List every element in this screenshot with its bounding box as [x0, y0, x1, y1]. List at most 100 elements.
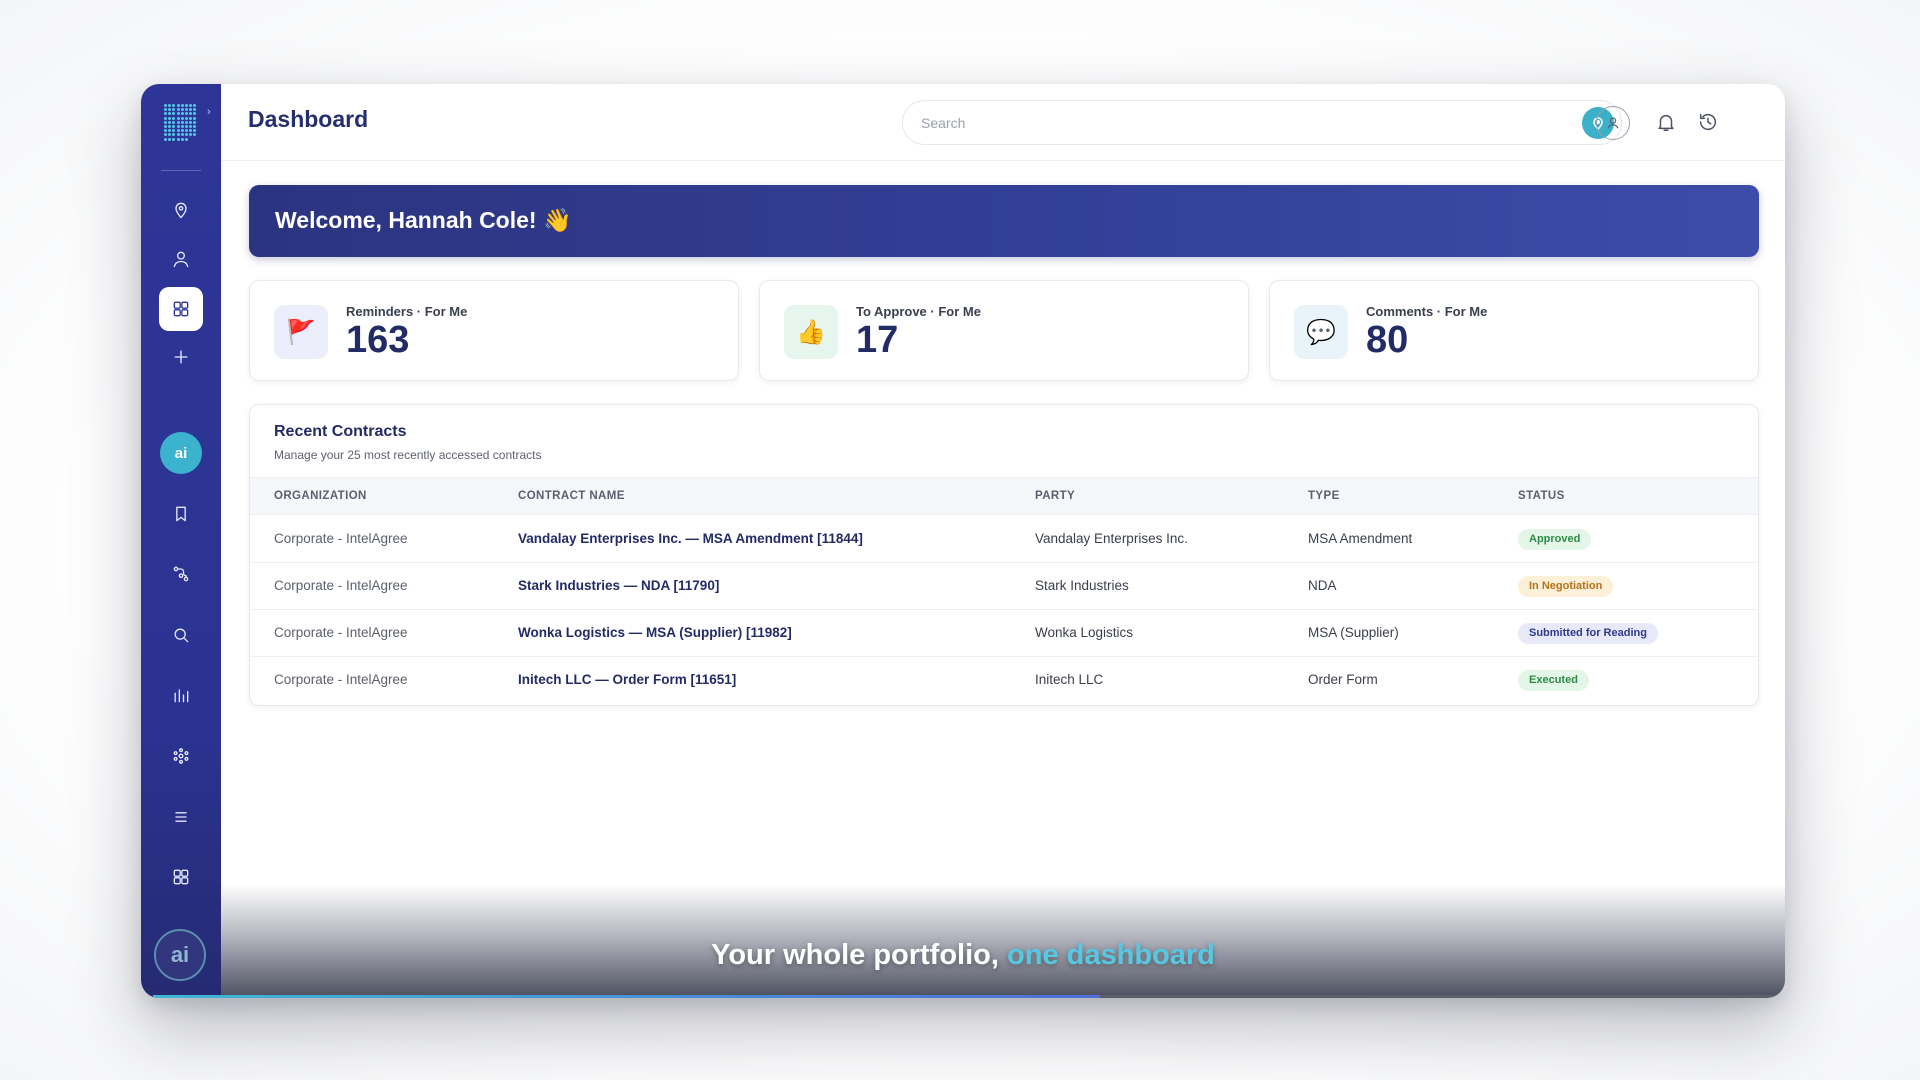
- stat-card-comments[interactable]: 💬 Comments · For Me 80: [1269, 280, 1759, 381]
- logo-dot: [176, 108, 180, 112]
- logo-dot: [164, 124, 167, 128]
- history-button[interactable]: [1696, 110, 1720, 134]
- flag-icon: 🚩: [274, 305, 328, 359]
- sidebar-item-ai[interactable]: ai: [160, 432, 202, 474]
- logo-dot: [176, 124, 180, 128]
- logo-dot: [180, 108, 184, 112]
- page-title: Dashboard: [248, 106, 369, 132]
- top-header: Dashboard: [221, 84, 1785, 161]
- logo-dot: [180, 112, 184, 116]
- cell-organization: Corporate - IntelAgree: [274, 672, 408, 687]
- logo-dot: [180, 129, 184, 133]
- cell-contract-name-link[interactable]: Initech LLC — Order Form [11651]: [518, 672, 736, 687]
- sidebar-item-apps[interactable]: [159, 855, 203, 899]
- stat-card-to-approve[interactable]: 👍 To Approve · For Me 17: [759, 280, 1249, 381]
- app-window: › ai ai Dashboard Search Welcome, Hannah…: [141, 84, 1785, 998]
- bell-icon: [1658, 114, 1674, 131]
- sidebar-item-workflow[interactable]: [159, 552, 203, 596]
- sidebar-item-search[interactable]: [159, 613, 203, 657]
- caption-accent: one dashboard: [1007, 939, 1215, 971]
- sidebar-item-network[interactable]: [159, 734, 203, 778]
- logo-dot: [172, 108, 176, 112]
- cell-party: Vandalay Enterprises Inc.: [1035, 531, 1188, 546]
- stat-value: 163: [346, 319, 410, 361]
- table-row[interactable]: Corporate - IntelAgree Wonka Logistics —…: [250, 610, 1758, 657]
- search-input[interactable]: [921, 112, 1561, 134]
- logo-dot: [176, 137, 180, 141]
- cell-contract-name-link[interactable]: Wonka Logistics — MSA (Supplier) [11982]: [518, 625, 792, 640]
- sidebar-item-reports[interactable]: [159, 673, 203, 717]
- search-box: [902, 100, 1622, 145]
- column-header-party[interactable]: PARTY: [1035, 490, 1075, 502]
- location-pin-icon: [175, 202, 187, 219]
- logo-dot: [180, 137, 184, 141]
- network-icon: [173, 748, 189, 764]
- sidebar-item-dashboard[interactable]: [159, 287, 203, 331]
- welcome-text: Welcome, Hannah Cole! 👋: [275, 207, 572, 233]
- table-row[interactable]: Corporate - IntelAgree Initech LLC — Ord…: [250, 657, 1758, 704]
- logo-dot: [184, 129, 188, 133]
- workflow-icon: [173, 566, 189, 582]
- recent-contracts-subtitle: Manage your 25 most recently accessed co…: [274, 448, 542, 462]
- table-header: ORGANIZATION CONTRACT NAME PARTY TYPE ST…: [250, 477, 1758, 515]
- logo-dot: [168, 137, 172, 141]
- logo-dot: [172, 133, 176, 137]
- logo-dot: [168, 129, 172, 133]
- logo-dot: [176, 133, 180, 137]
- stat-card-reminders[interactable]: 🚩 Reminders · For Me 163: [249, 280, 739, 381]
- logo-dot: [189, 104, 193, 107]
- cell-organization: Corporate - IntelAgree: [274, 578, 408, 593]
- list-icon: [175, 812, 187, 822]
- stat-value: 17: [856, 319, 899, 361]
- logo-dot: [193, 112, 197, 116]
- table-row[interactable]: Corporate - IntelAgree Stark Industries …: [250, 563, 1758, 610]
- user-icon: [173, 251, 189, 268]
- status-badge: Executed: [1518, 670, 1589, 691]
- column-header-status[interactable]: STATUS: [1518, 490, 1565, 502]
- cell-type: NDA: [1308, 578, 1337, 593]
- caption-main: Your whole portfolio,: [711, 939, 1008, 971]
- chevron-right-icon[interactable]: ›: [207, 106, 211, 118]
- logo-dot: [184, 137, 188, 141]
- logo-dot: [193, 129, 197, 133]
- cell-type: Order Form: [1308, 672, 1378, 687]
- app-logo[interactable]: [164, 104, 197, 146]
- history-icon: [1699, 113, 1717, 131]
- sidebar-item-add[interactable]: [159, 335, 203, 379]
- logo-dot: [180, 124, 184, 128]
- logo-dot: [168, 124, 172, 128]
- thumbs-up-icon: 👍: [784, 305, 838, 359]
- logo-dot: [184, 108, 188, 112]
- logo-dot: [180, 104, 184, 107]
- column-header-contract-name[interactable]: CONTRACT NAME: [518, 490, 625, 502]
- logo-dot: [193, 124, 197, 128]
- status-badge: In Negotiation: [1518, 576, 1614, 597]
- stat-label: To Approve · For Me: [856, 304, 981, 319]
- column-header-organization[interactable]: ORGANIZATION: [274, 490, 367, 502]
- sidebar-item-bookmark[interactable]: [159, 492, 203, 536]
- logo-dot: [164, 120, 167, 124]
- logo-dot: [189, 116, 193, 120]
- bookmark-icon: [176, 506, 186, 522]
- sidebar-item-user[interactable]: [159, 237, 203, 281]
- table-row[interactable]: Corporate - IntelAgree Vandalay Enterpri…: [250, 516, 1758, 563]
- logo-dot: [176, 116, 180, 120]
- cell-contract-name-link[interactable]: Vandalay Enterprises Inc. — MSA Amendmen…: [518, 531, 863, 546]
- logo-dot: [189, 112, 193, 116]
- notifications-button[interactable]: [1654, 110, 1678, 134]
- logo-dot: [164, 116, 167, 120]
- dashboard-grid-icon: [173, 301, 189, 317]
- logo-dot: [164, 137, 167, 141]
- logo-dot: [193, 116, 197, 120]
- logo-dot: [189, 124, 193, 128]
- comment-icon: 💬: [1294, 305, 1348, 359]
- cell-contract-name-link[interactable]: Stark Industries — NDA [11790]: [518, 578, 719, 593]
- logo-dot: [164, 133, 167, 137]
- avatar[interactable]: [1596, 106, 1630, 140]
- column-header-type[interactable]: TYPE: [1308, 490, 1340, 502]
- video-progress-track[interactable]: [153, 995, 1785, 998]
- logo-dot: [193, 120, 197, 124]
- logo-dot: [193, 133, 197, 137]
- sidebar-item-location[interactable]: [159, 188, 203, 232]
- sidebar-item-list[interactable]: [159, 795, 203, 839]
